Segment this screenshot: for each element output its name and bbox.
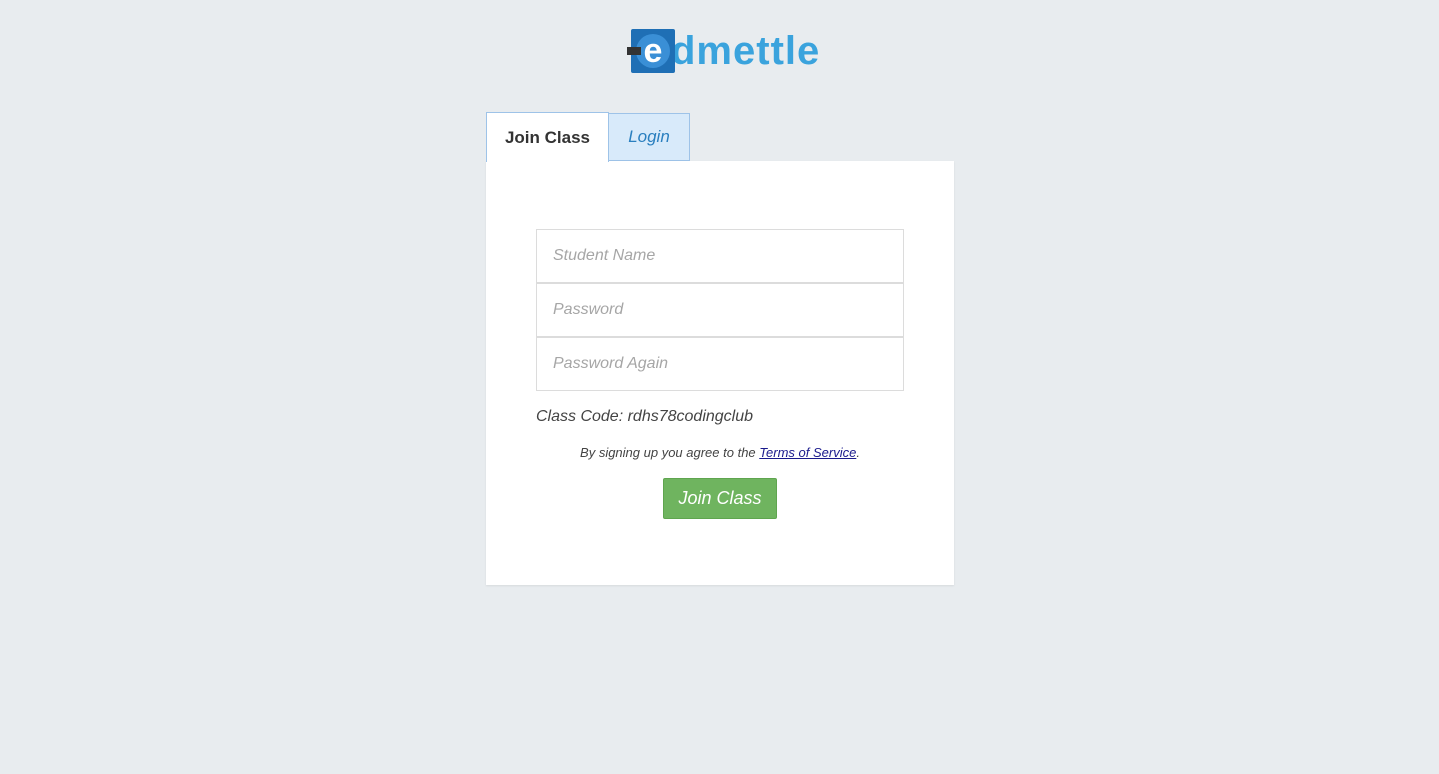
- password-input[interactable]: [536, 283, 904, 337]
- edmettle-logo: e dmettle: [627, 26, 821, 76]
- tab-join-class[interactable]: Join Class: [486, 112, 609, 162]
- student-name-input[interactable]: [536, 229, 904, 283]
- tab-login[interactable]: Login: [609, 113, 690, 161]
- logo-mark-letter: e: [643, 32, 663, 70]
- class-code-label: Class Code: rdhs78codingclub: [536, 408, 754, 425]
- auth-tabs: Join Class Login: [486, 112, 690, 162]
- terms-prefix: By signing up you agree to the: [580, 445, 760, 460]
- password-again-input[interactable]: [536, 337, 904, 391]
- join-class-button[interactable]: Join Class: [663, 478, 777, 519]
- logo-mark-icon: e: [627, 29, 675, 73]
- terms-suffix: .: [856, 445, 860, 460]
- join-class-panel: Class Code: rdhs78codingclub By signing …: [486, 161, 954, 585]
- terms-of-service-link[interactable]: Terms of Service: [759, 445, 856, 460]
- terms-notice: By signing up you agree to the Terms of …: [486, 445, 954, 460]
- logo-text: dmettle: [671, 29, 821, 73]
